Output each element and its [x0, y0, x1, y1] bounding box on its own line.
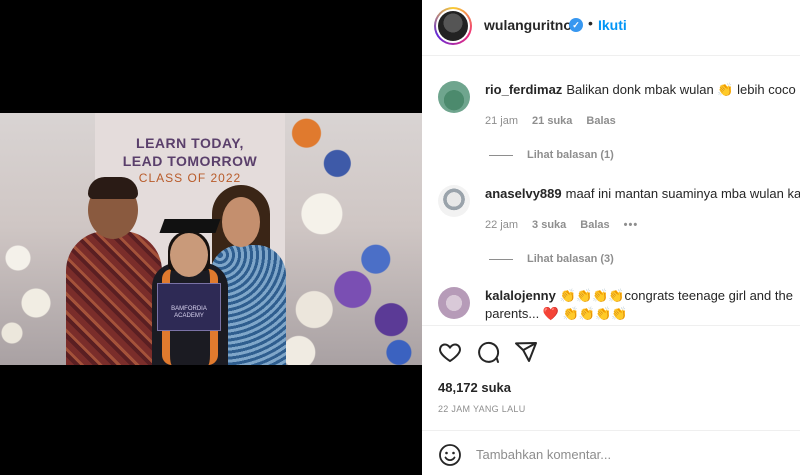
girl-head [170, 233, 208, 277]
avatar[interactable] [434, 7, 472, 45]
post-photo[interactable]: LEARN TODAY, LEAD TOMORROW CLASS OF 2022… [0, 113, 422, 365]
post-header: wulanguritno ✓ • Ikuti [422, 0, 800, 56]
verified-badge-icon: ✓ [569, 18, 583, 32]
comment-icon[interactable] [476, 340, 500, 364]
post-actions: 48,172 suka 22 JAM YANG LALU [422, 325, 800, 435]
emoji-icon[interactable] [438, 443, 462, 467]
likes-count[interactable]: 48,172 suka [438, 380, 511, 395]
commenter-avatar[interactable] [438, 287, 470, 319]
comment-text: maaf ini mantan suaminya mba wulan ka [565, 186, 800, 201]
post-time[interactable]: 22 JAM YANG LALU [438, 404, 526, 414]
replies-line [489, 154, 513, 156]
comments-list[interactable]: rio_ferdimaz Balikan donk mbak wulan 👏 le… [422, 57, 800, 325]
view-replies-button[interactable]: Lihat balasan (3) [489, 253, 614, 265]
comment-time: 22 jam [485, 219, 519, 231]
comment-input[interactable] [476, 443, 776, 465]
username[interactable]: wulanguritno [484, 17, 572, 33]
more-options-icon[interactable]: ••• [624, 219, 639, 231]
flowers-left [0, 213, 60, 363]
banner-line-1: LEARN TODAY, [136, 135, 244, 151]
comment-text-continued: parents... ❤️ 👏👏👏👏 [485, 306, 628, 321]
commenter-username[interactable]: kalalojenny [485, 288, 556, 303]
share-icon[interactable] [514, 340, 538, 364]
add-comment-bar [422, 430, 800, 475]
heart-icon[interactable] [438, 340, 462, 364]
view-replies-button[interactable]: Lihat balasan (1) [489, 149, 614, 161]
comment-time: 21 jam [485, 115, 519, 127]
post-panel: wulanguritno ✓ • Ikuti rio_ferdimaz Balik… [422, 0, 800, 475]
woman-head [222, 197, 260, 247]
replies-line [489, 258, 513, 260]
view-replies-label: Lihat balasan (1) [527, 149, 614, 161]
commenter-username[interactable]: rio_ferdimaz [485, 82, 562, 97]
man-figure [66, 231, 162, 365]
man-hair [88, 177, 138, 199]
commenter-avatar[interactable] [438, 81, 470, 113]
commenter-username[interactable]: anaselvy889 [485, 186, 562, 201]
separator-dot: • [588, 15, 593, 31]
comment-text: Balikan donk mbak wulan 👏 lebih coco [566, 82, 796, 97]
graduation-cap [159, 219, 221, 233]
banner-line-2: LEAD TOMORROW [122, 153, 258, 169]
post-media: LEARN TODAY, LEAD TOMORROW CLASS OF 2022… [0, 0, 422, 475]
comment-text: 👏👏👏👏congrats teenage girl and the [559, 288, 793, 303]
reply-button[interactable]: Balas [586, 115, 615, 127]
comment-likes[interactable]: 21 suka [532, 115, 572, 127]
comment-likes[interactable]: 3 suka [532, 219, 566, 231]
follow-button[interactable]: Ikuti [598, 17, 627, 33]
flowers-right [268, 113, 422, 365]
diploma: BAMFORDIA ACADEMY [157, 283, 221, 331]
view-replies-label: Lihat balasan (3) [527, 253, 614, 265]
reply-button[interactable]: Balas [580, 219, 609, 231]
avatar-image [438, 11, 468, 41]
commenter-avatar[interactable] [438, 185, 470, 217]
